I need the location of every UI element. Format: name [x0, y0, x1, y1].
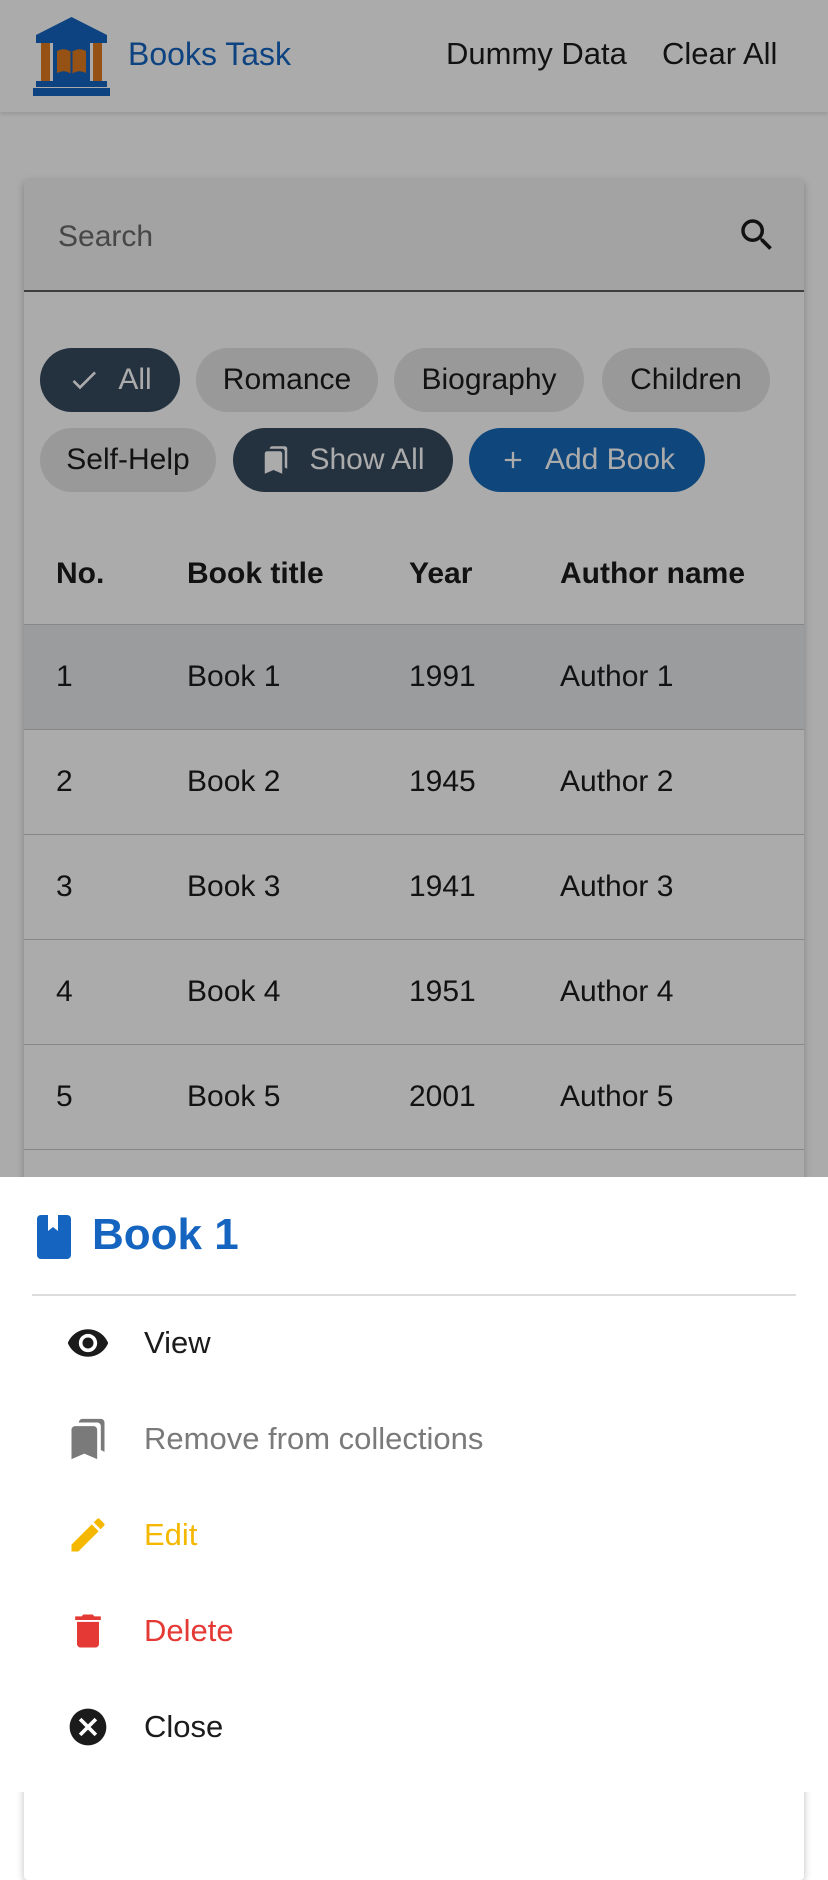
sheet-title: Book 1: [92, 1210, 239, 1259]
menu-item-label: Delete: [144, 1613, 234, 1648]
menu-item-label: View: [144, 1325, 211, 1360]
remove-from-collections-menu-item[interactable]: Remove from collections: [0, 1391, 828, 1487]
bookmarks-icon: [71, 1418, 105, 1460]
sheet-header: Book 1: [0, 1177, 828, 1295]
menu-item-label: Close: [144, 1709, 224, 1744]
book-icon: [37, 1215, 71, 1259]
pencil-icon: [71, 1518, 105, 1552]
eye-icon: [67, 1329, 109, 1357]
close-circle-icon: [69, 1708, 107, 1746]
book-actions-sheet: Book 1 View Remove from collections Edit…: [0, 1177, 828, 1792]
close-menu-item[interactable]: Close: [0, 1679, 828, 1775]
delete-menu-item[interactable]: Delete: [0, 1583, 828, 1679]
edit-menu-item[interactable]: Edit: [0, 1487, 828, 1583]
menu-item-label: Edit: [144, 1517, 198, 1552]
trash-icon: [75, 1614, 101, 1648]
menu-item-label: Remove from collections: [144, 1421, 484, 1456]
view-menu-item[interactable]: View: [0, 1295, 828, 1391]
